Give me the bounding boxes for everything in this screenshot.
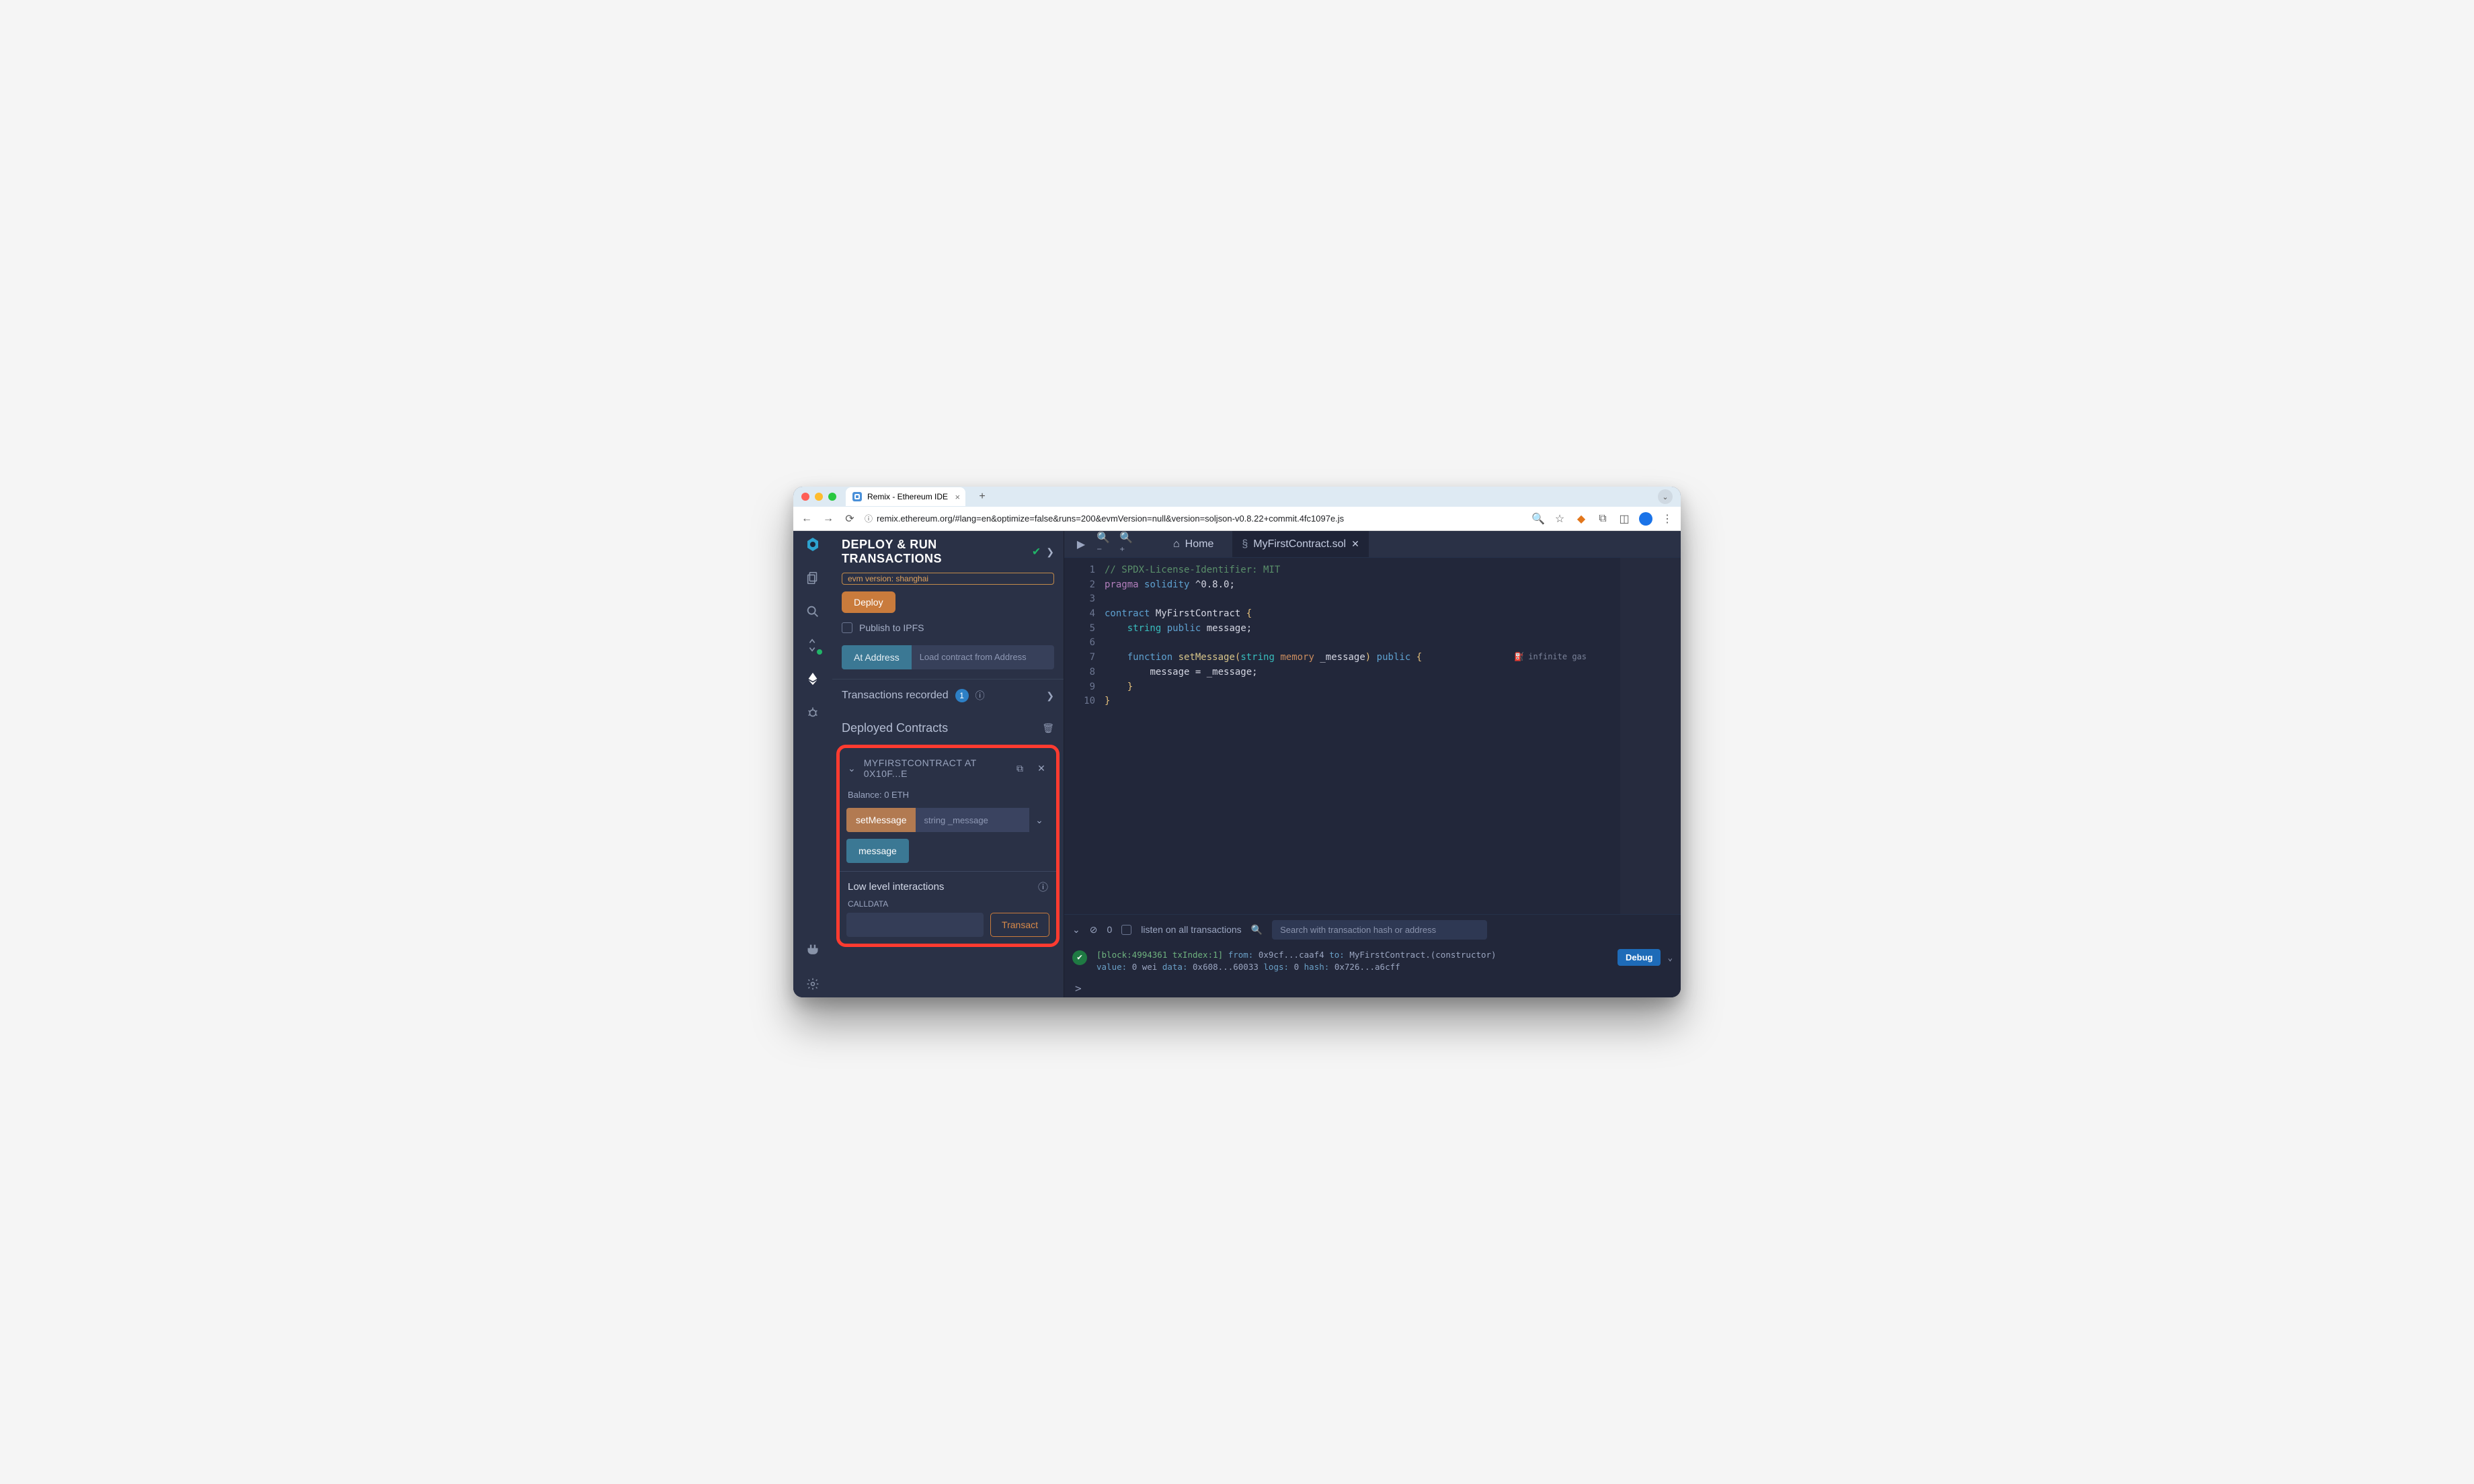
clear-terminal-icon[interactable]: ⊘	[1090, 924, 1098, 936]
at-address-input[interactable]: Load contract from Address	[912, 645, 1054, 669]
tabs-dropdown-icon[interactable]: ⌄	[1658, 489, 1673, 504]
info-icon[interactable]: ⓘ	[975, 689, 985, 702]
url-text: remix.ethereum.org/#lang=en&optimize=fal…	[877, 513, 1344, 524]
deployed-contract-card: ⌄ MYFIRSTCONTRACT AT 0X10F...E ⧉ ✕ Balan…	[836, 745, 1060, 947]
browser-titlebar: Remix - Ethereum IDE × + ⌄	[793, 487, 1681, 507]
tx-recorded-section[interactable]: Transactions recorded 1 ⓘ ❯	[832, 679, 1064, 712]
terminal-toggle-icon[interactable]: ⌄	[1072, 924, 1080, 936]
close-file-tab-icon[interactable]: ✕	[1351, 538, 1359, 550]
tx-log[interactable]: [block:4994361 txIndex:1] from: 0x9cf...…	[1096, 949, 1608, 975]
profile-avatar[interactable]	[1639, 512, 1652, 526]
window-controls	[801, 493, 836, 501]
publish-ipfs-label: Publish to IPFS	[859, 622, 924, 633]
gas-hint: ⛽infinite gas	[1514, 651, 1587, 663]
panel-collapse-icon[interactable]: ❯	[1046, 546, 1054, 558]
at-address-button[interactable]: At Address	[842, 645, 912, 669]
remix-logo-icon[interactable]	[805, 536, 821, 552]
extensions-icon[interactable]: ⧉	[1596, 512, 1609, 526]
browser-menu-icon[interactable]: ⋮	[1661, 512, 1674, 526]
browser-urlbar: ← → ⟳ ⓘ remix.ethereum.org/#lang=en&opti…	[793, 507, 1681, 531]
deployed-contracts-label: Deployed Contracts	[842, 721, 1042, 735]
listen-checkbox[interactable]	[1121, 925, 1131, 935]
settings-icon[interactable]	[805, 976, 821, 992]
tx-recorded-expand-icon[interactable]: ❯	[1046, 690, 1054, 702]
contract-expand-icon[interactable]: ⌄	[848, 763, 856, 774]
maximize-window-icon[interactable]	[828, 493, 836, 501]
tab-favicon-icon	[852, 492, 862, 501]
panel-check-icon: ✔	[1032, 545, 1041, 559]
publish-ipfs-row[interactable]: Publish to IPFS	[832, 613, 1064, 643]
setmessage-expand-icon[interactable]: ⌄	[1029, 808, 1049, 832]
deploy-run-icon[interactable]	[805, 671, 821, 687]
tx-recorded-label: Transactions recorded	[842, 690, 949, 702]
file-explorer-icon[interactable]	[805, 570, 821, 586]
tab-file[interactable]: § MyFirstContract.sol ✕	[1232, 531, 1368, 557]
minimap[interactable]	[1620, 558, 1681, 914]
remove-contract-icon[interactable]: ✕	[1035, 763, 1048, 774]
forward-button[interactable]: →	[822, 512, 835, 526]
search-icon[interactable]	[805, 604, 821, 620]
publish-ipfs-checkbox[interactable]	[842, 622, 852, 633]
zoom-out-icon[interactable]: 🔍⁻	[1096, 537, 1111, 552]
zoom-in-icon[interactable]: 🔍⁺	[1119, 537, 1134, 552]
new-tab-button[interactable]: +	[975, 489, 990, 504]
code-content[interactable]: // SPDX-License-Identifier: MIT pragma s…	[1105, 558, 1681, 914]
contract-name-address: MYFIRSTCONTRACT AT 0X10F...E	[864, 757, 1005, 779]
terminal-prompt[interactable]: >	[1064, 979, 1681, 997]
icon-rail	[793, 531, 832, 997]
gas-pump-icon: ⛽	[1514, 651, 1524, 663]
tx-recorded-count: 1	[955, 689, 969, 702]
low-level-info-icon[interactable]: ⓘ	[1038, 880, 1048, 894]
clear-deployed-icon[interactable]: 🗑	[1042, 723, 1054, 734]
home-icon: ⌂	[1173, 538, 1180, 550]
url-input[interactable]: ⓘ remix.ethereum.org/#lang=en&optimize=f…	[865, 513, 1523, 524]
site-info-icon[interactable]: ⓘ	[865, 513, 873, 524]
editor-toolbar: ▶ 🔍⁻ 🔍⁺ ⌂ Home § MyFirstContract.sol ✕	[1064, 531, 1681, 558]
calldata-label: CALLDATA	[848, 899, 1048, 909]
transact-button[interactable]: Transact	[990, 913, 1049, 937]
setmessage-button[interactable]: setMessage	[846, 808, 916, 832]
solidity-compiler-icon[interactable]	[805, 637, 821, 653]
minimize-window-icon[interactable]	[815, 493, 823, 501]
close-window-icon[interactable]	[801, 493, 809, 501]
panel-title: DEPLOY & RUN TRANSACTIONS	[842, 538, 1027, 566]
evm-version-pill: evm version: shanghai	[842, 573, 1054, 585]
terminal: ⌄ ⊘ 0 listen on all transactions 🔍 Searc…	[1064, 914, 1681, 998]
compiler-success-badge-icon	[815, 648, 824, 656]
listen-label: listen on all transactions	[1141, 924, 1241, 935]
deploy-panel: DEPLOY & RUN TRANSACTIONS ✔ ❯ evm versio…	[832, 531, 1064, 997]
deploy-button[interactable]: Deploy	[842, 591, 895, 613]
terminal-search-input[interactable]: Search with transaction hash or address	[1272, 920, 1487, 940]
browser-tab[interactable]: Remix - Ethereum IDE ×	[846, 487, 965, 506]
tab-title: Remix - Ethereum IDE	[867, 492, 948, 501]
bookmark-icon[interactable]: ☆	[1553, 512, 1566, 526]
log-expand-icon[interactable]: ⌄	[1667, 952, 1673, 962]
close-tab-icon[interactable]: ×	[955, 492, 960, 502]
pending-count: 0	[1107, 924, 1112, 935]
metamask-extension-icon[interactable]: ◆	[1574, 512, 1588, 526]
low-level-label: Low level interactions	[848, 881, 944, 893]
message-button[interactable]: message	[846, 839, 909, 863]
code-editor[interactable]: 1 2 3 4 5 6 7 8 9 10 // SPDX-License-Ide…	[1064, 558, 1681, 914]
zoom-icon[interactable]: 🔍	[1531, 512, 1545, 526]
tab-home[interactable]: ⌂ Home	[1162, 531, 1224, 557]
run-script-icon[interactable]: ▶	[1074, 537, 1088, 552]
tab-home-label: Home	[1185, 538, 1214, 550]
plugin-manager-icon[interactable]	[805, 942, 821, 958]
setmessage-input[interactable]: string _message	[916, 808, 1029, 832]
solidity-file-icon: §	[1242, 538, 1248, 550]
terminal-search-icon[interactable]: 🔍	[1251, 924, 1263, 936]
back-button[interactable]: ←	[800, 512, 813, 526]
reload-button[interactable]: ⟳	[843, 512, 856, 526]
tab-file-label: MyFirstContract.sol	[1253, 538, 1346, 550]
sidepanel-icon[interactable]: ◫	[1618, 512, 1631, 526]
line-gutter: 1 2 3 4 5 6 7 8 9 10	[1064, 558, 1105, 914]
contract-balance: Balance: 0 ETH	[848, 790, 1048, 800]
debug-button[interactable]: Debug	[1618, 949, 1661, 966]
copy-address-icon[interactable]: ⧉	[1013, 763, 1027, 774]
debugger-icon[interactable]	[805, 704, 821, 720]
tx-success-icon: ✔	[1072, 950, 1087, 965]
calldata-input[interactable]	[846, 913, 984, 937]
